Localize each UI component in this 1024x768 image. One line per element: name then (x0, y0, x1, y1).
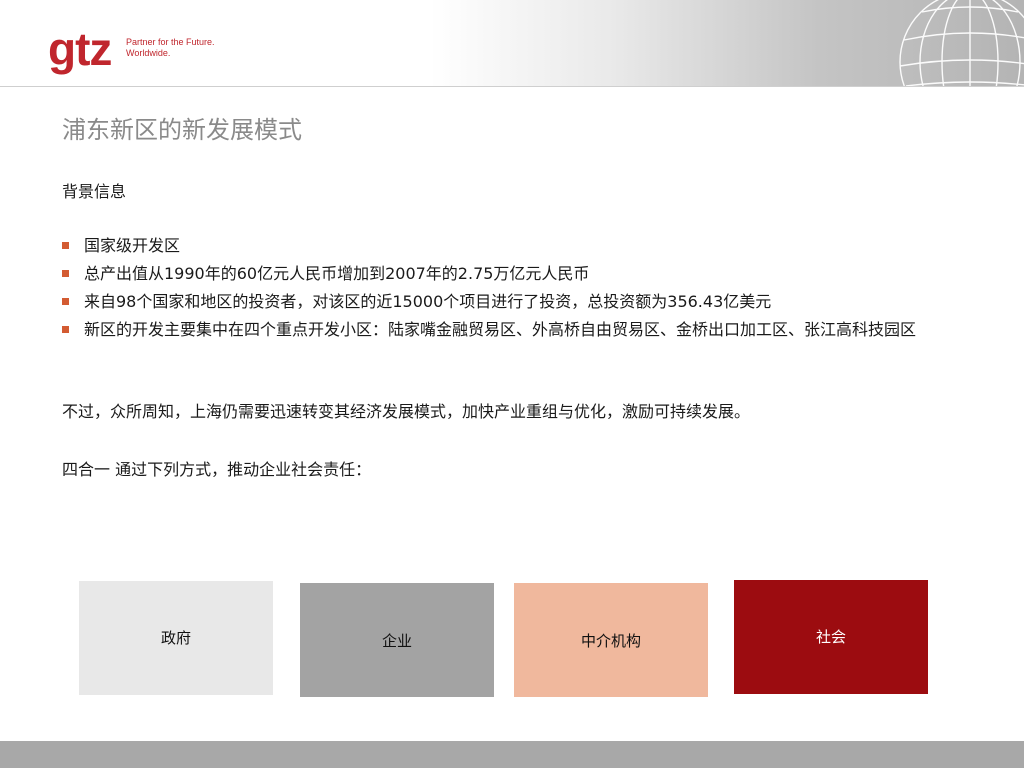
logo-tagline: Partner for the Future. Worldwide. (126, 37, 215, 59)
bullet-item: 新区的开发主要集中在四个重点开发小区：陆家嘴金融贸易区、外高桥自由贸易区、金桥出… (62, 318, 962, 341)
bullet-item: 来自98个国家和地区的投资者，对该区的近15000个项目进行了投资，总投资额为3… (62, 290, 962, 313)
society-box: 社会 (734, 580, 928, 694)
bullet-marker-icon (62, 242, 69, 249)
government-box: 政府 (79, 581, 273, 695)
intermediary-label: 中介机构 (580, 632, 641, 650)
bullet-marker-icon (62, 270, 69, 277)
enterprise-box: 企业 (300, 583, 494, 697)
tagline-line-2: Worldwide. (126, 48, 171, 58)
bullet-text: 来自98个国家和地区的投资者，对该区的近15000个项目进行了投资，总投资额为3… (84, 292, 772, 311)
bullet-marker-icon (62, 298, 69, 305)
globe-icon (899, 0, 1024, 86)
paragraph-2: 四合一 通过下列方式，推动企业社会责任： (62, 460, 372, 479)
paragraph-1: 不过，众所周知，上海仍需要迅速转变其经济发展模式，加快产业重组与优化，激励可持续… (62, 402, 751, 421)
section-label: 背景信息 (62, 182, 127, 201)
header-bar: gtz Partner for the Future. Worldwide. (0, 0, 1024, 87)
bullet-item: 总产出值从1990年的60亿元人民币增加到2007年的2.75万亿元人民币 (62, 262, 962, 285)
bullet-text: 新区的开发主要集中在四个重点开发小区：陆家嘴金融贸易区、外高桥自由贸易区、金桥出… (84, 320, 917, 339)
gtz-logo: gtz (48, 23, 112, 75)
bullet-text: 国家级开发区 (84, 236, 181, 255)
bullet-list: 国家级开发区 总产出值从1990年的60亿元人民币增加到2007年的2.75万亿… (62, 234, 962, 346)
government-label: 政府 (160, 629, 191, 647)
society-label: 社会 (815, 628, 846, 646)
footer-bar (0, 741, 1024, 768)
slide-title: 浦东新区的新发展模式 (62, 116, 302, 144)
bullet-marker-icon (62, 326, 69, 333)
bullet-text: 总产出值从1990年的60亿元人民币增加到2007年的2.75万亿元人民币 (84, 264, 590, 283)
enterprise-label: 企业 (381, 632, 412, 650)
intermediary-box: 中介机构 (514, 583, 708, 697)
tagline-line-1: Partner for the Future. (126, 37, 215, 47)
bullet-item: 国家级开发区 (62, 234, 962, 257)
